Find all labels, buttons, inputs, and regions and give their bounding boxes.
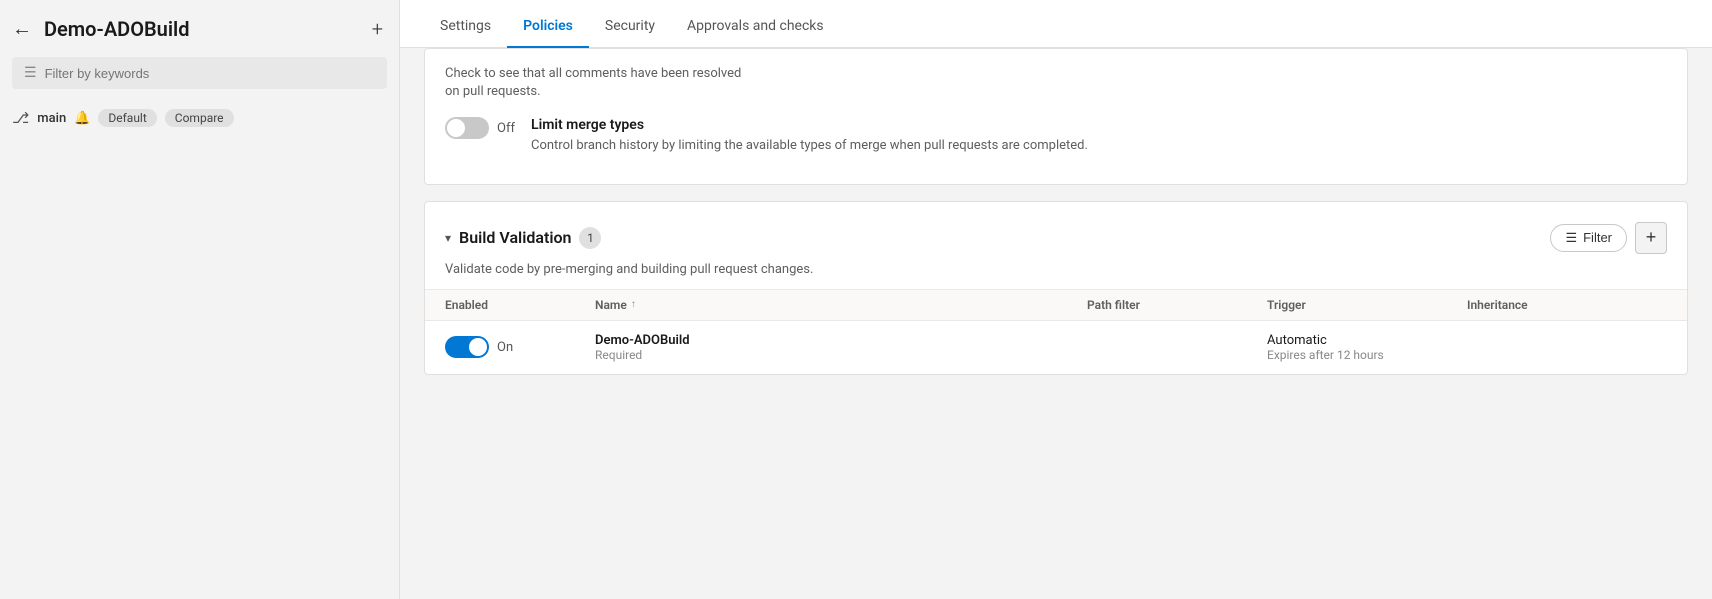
th-trigger: Trigger [1267,298,1467,312]
add-build-validation-button[interactable]: + [1635,222,1667,254]
toggle-knob [447,119,465,137]
filter-button-label: Filter [1583,230,1612,245]
limit-merge-desc: Control branch history by limiting the a… [531,137,1667,155]
th-path-filter: Path filter [1087,298,1267,312]
branch-bell-icon: 🔔 [74,111,90,126]
sidebar: ← Demo-ADOBuild + ☰ ⎇ main 🔔 Default Com… [0,0,400,599]
build-validation-badge: 1 [579,227,601,249]
limit-merge-title: Limit merge types [531,117,1667,133]
limit-merge-row: Off Limit merge types Control branch his… [445,109,1667,163]
build-validation-card: ▾ Build Validation 1 ☰ Filter + Validate… [424,201,1688,375]
content-area: Check to see that all comments have been… [400,48,1712,599]
tab-approvals[interactable]: Approvals and checks [671,4,840,48]
filter-button[interactable]: ☰ Filter [1550,224,1627,252]
build-validation-actions: ☰ Filter + [1550,222,1667,254]
filter-lines-icon: ☰ [1565,230,1577,246]
main-content: Settings Policies Security Approvals and… [400,0,1712,599]
branch-name: main [37,111,66,126]
th-inheritance: Inheritance [1467,298,1667,312]
td-name: Demo-ADOBuild Required [595,333,1087,362]
td-enabled: On [445,336,595,358]
row-toggle-label: On [497,340,513,355]
limit-merge-toggle-label: Off [497,121,515,136]
filter-bar[interactable]: ☰ [12,57,387,89]
limit-merge-toggle[interactable] [445,117,489,139]
sidebar-title: Demo-ADOBuild [44,17,360,41]
build-validation-desc: Validate code by pre-merging and buildin… [425,262,1687,289]
tab-settings[interactable]: Settings [424,4,507,48]
th-enabled: Enabled [445,298,595,312]
default-tag[interactable]: Default [98,109,156,127]
filter-icon: ☰ [24,65,37,81]
row-toggle-knob [469,338,487,356]
tab-security[interactable]: Security [589,4,671,48]
td-trigger: Automatic Expires after 12 hours [1267,333,1467,362]
td-name-primary: Demo-ADOBuild [595,333,1087,348]
sidebar-add-button[interactable]: + [372,17,383,41]
table-header: Enabled Name ↑ Path filter Trigger Inher… [425,289,1687,320]
td-trigger-secondary: Expires after 12 hours [1267,348,1467,362]
row-toggle[interactable] [445,336,489,358]
th-name[interactable]: Name ↑ [595,298,1087,312]
sidebar-header: ← Demo-ADOBuild + [0,0,399,57]
build-validation-table: Enabled Name ↑ Path filter Trigger Inher… [425,289,1687,374]
tab-policies[interactable]: Policies [507,4,589,48]
td-name-secondary: Required [595,348,1087,362]
table-row[interactable]: On Demo-ADOBuild Required Automatic Expi… [425,320,1687,374]
build-validation-title: Build Validation [459,228,571,247]
comments-card: Check to see that all comments have been… [424,48,1688,185]
tab-bar: Settings Policies Security Approvals and… [400,0,1712,48]
sidebar-empty-area [0,135,399,599]
build-validation-header: ▾ Build Validation 1 ☰ Filter + [425,202,1687,262]
sort-icon: ↑ [631,299,636,310]
back-button[interactable]: ← [12,16,32,41]
branch-row: ⎇ main 🔔 Default Compare [0,101,399,135]
filter-input[interactable] [45,66,375,81]
collapse-icon[interactable]: ▾ [445,231,451,245]
comments-desc: Check to see that all comments have been… [445,65,1667,109]
limit-merge-toggle-wrap: Off [445,117,515,139]
compare-tag[interactable]: Compare [165,109,234,127]
td-trigger-primary: Automatic [1267,333,1467,348]
branch-icon: ⎇ [12,109,29,127]
limit-merge-info: Limit merge types Control branch history… [531,117,1667,155]
